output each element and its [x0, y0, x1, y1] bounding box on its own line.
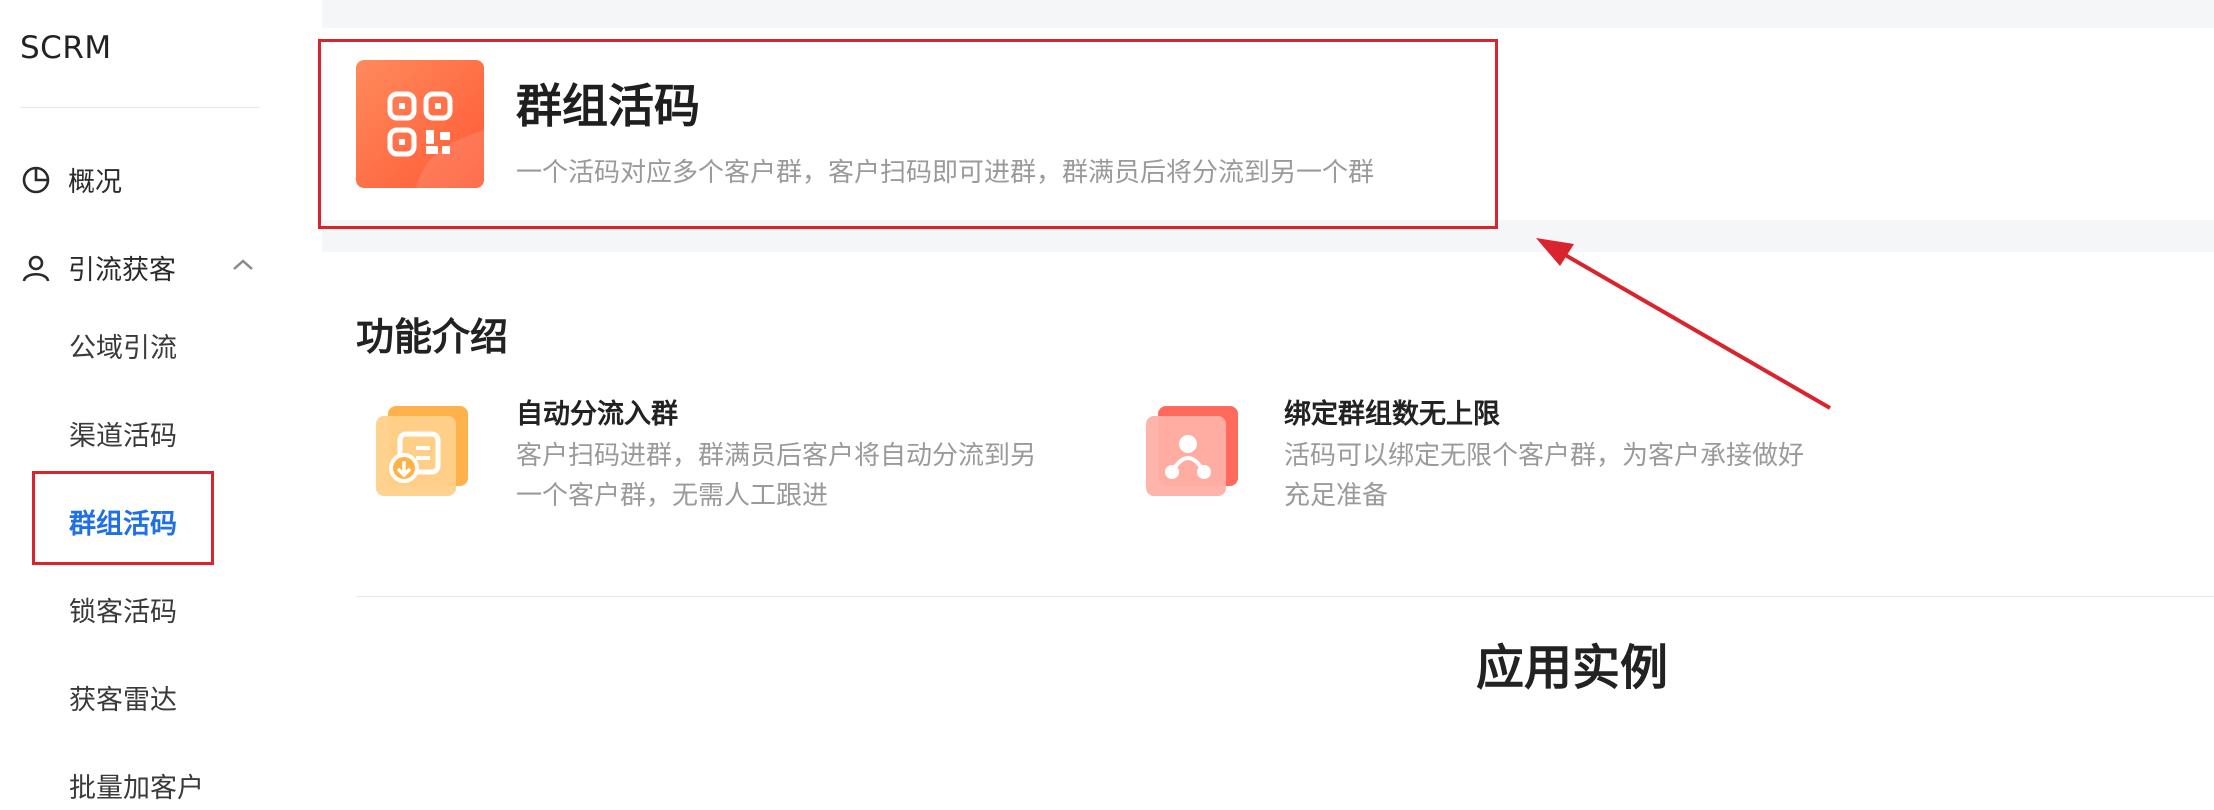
- feature-desc-unlimited-groups: 活码可以绑定无限个客户群，为客户承接做好 充足准备: [1284, 441, 1805, 511]
- brand-logo: SCRM: [20, 30, 112, 66]
- section-title-examples: 应用实例: [1476, 640, 1669, 696]
- user-icon: [20, 252, 52, 284]
- sidebar: SCRM 概况 引流获客 公域引流 渠道活码 群组活码 锁客活码 获客雷达 批量…: [0, 0, 322, 810]
- feature-desc-auto-route: 客户扫码进群，群满员后客户将自动分流到另 一个客户群，无需人工跟进: [516, 441, 1037, 511]
- sidebar-item-label: 概况: [68, 167, 122, 198]
- pie-chart-icon: [20, 164, 52, 196]
- sidebar-item-label: 引流获客: [68, 255, 176, 286]
- sidebar-subitem-public-traffic[interactable]: 公域引流: [69, 326, 177, 365]
- sidebar-divider: [20, 107, 260, 108]
- feature-title-unlimited-groups: 绑定群组数无上限: [1284, 399, 1500, 430]
- feature-title-auto-route: 自动分流入群: [516, 399, 678, 430]
- sidebar-subitem-batch-add[interactable]: 批量加客户: [69, 766, 204, 805]
- auto-route-icon: [374, 404, 470, 500]
- intro-card: [322, 252, 2214, 810]
- section-title-intro: 功能介绍: [356, 315, 509, 359]
- highlight-box-header: [318, 39, 1498, 229]
- highlight-box-sidebar: [32, 471, 214, 565]
- sidebar-item-traffic[interactable]: 引流获客: [20, 248, 176, 287]
- sidebar-subitem-radar[interactable]: 获客雷达: [69, 678, 177, 717]
- section-divider: [356, 596, 2214, 597]
- sidebar-item-overview[interactable]: 概况: [20, 160, 122, 199]
- sidebar-subitem-channel-code[interactable]: 渠道活码: [69, 414, 177, 453]
- chevron-up-icon[interactable]: [230, 252, 256, 278]
- sidebar-subitem-lock-code[interactable]: 锁客活码: [69, 590, 177, 629]
- group-network-icon: [1144, 404, 1240, 500]
